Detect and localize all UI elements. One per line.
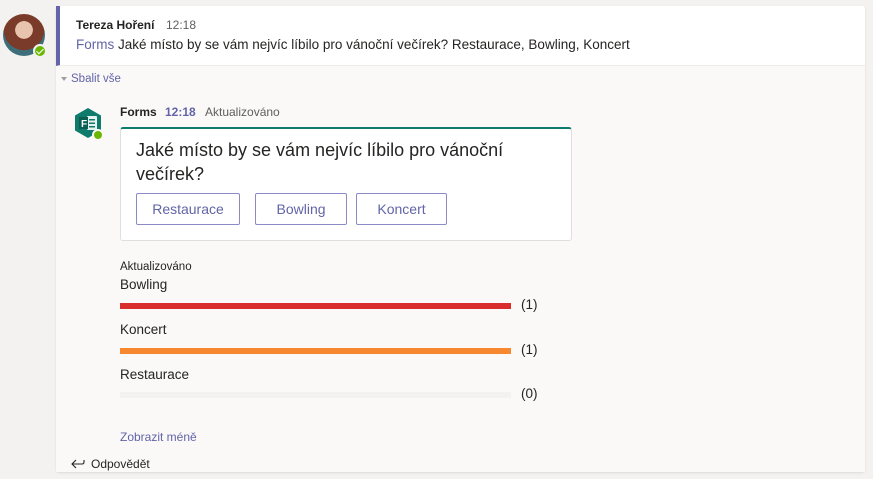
reply-button[interactable]: Odpovědět (71, 457, 150, 471)
reply-label: Odpovědět (91, 457, 150, 471)
caret-down-icon (61, 77, 67, 81)
poll-card: Jaké místo by se vám nejvíc líbilo pro v… (120, 127, 572, 241)
option-button-koncert[interactable]: Koncert (356, 193, 447, 225)
result-label-koncert: Koncert (120, 322, 167, 337)
reply-arrow-icon (71, 459, 85, 469)
svg-text:F: F (81, 119, 87, 130)
result-count-bowling: (1) (521, 297, 538, 312)
result-bar-restaurace (120, 392, 511, 398)
bot-presence-icon (92, 129, 104, 141)
result-label-restaurace: Restaurace (120, 367, 190, 382)
result-bar-bowling (120, 303, 511, 309)
message-time: 12:18 (166, 18, 197, 32)
result-bar-fill (120, 348, 511, 354)
result-count-koncert: (1) (521, 342, 538, 357)
bot-updated-label: Aktualizováno (205, 105, 280, 119)
message-text: Forms Jaké místo by se vám nejvíc líbilo… (76, 37, 630, 52)
option-button-restaurace[interactable]: Restaurace (136, 193, 240, 225)
author-name[interactable]: Tereza Hoření (76, 18, 154, 32)
presence-available-icon (33, 44, 47, 58)
result-count-restaurace: (0) (521, 386, 538, 401)
thread-replies: Sbalit vše F Forms 12:18 Aktualizováno J… (56, 66, 865, 472)
show-less-link[interactable]: Zobrazit méně (120, 430, 197, 444)
message-card: Tereza Hoření 12:18 Forms Jaké místo by … (56, 6, 865, 472)
parent-message: Tereza Hoření 12:18 Forms Jaké místo by … (56, 6, 865, 66)
collapse-all-button[interactable]: Sbalit vše (61, 73, 121, 85)
collapse-all-label: Sbalit vše (71, 73, 121, 85)
result-bar-koncert (120, 348, 511, 354)
result-label-bowling: Bowling (120, 277, 168, 292)
result-bar-fill (120, 303, 511, 309)
forms-link[interactable]: Forms (76, 37, 114, 52)
poll-question: Jaké místo by se vám nejvíc líbilo pro v… (136, 140, 504, 184)
results-updated-label: Aktualizováno (120, 261, 192, 273)
option-button-bowling[interactable]: Bowling (255, 193, 347, 225)
message-body: Jaké místo by se vám nejvíc líbilo pro v… (114, 37, 630, 52)
bot-name[interactable]: Forms (120, 105, 157, 119)
bot-time: 12:18 (165, 105, 196, 119)
